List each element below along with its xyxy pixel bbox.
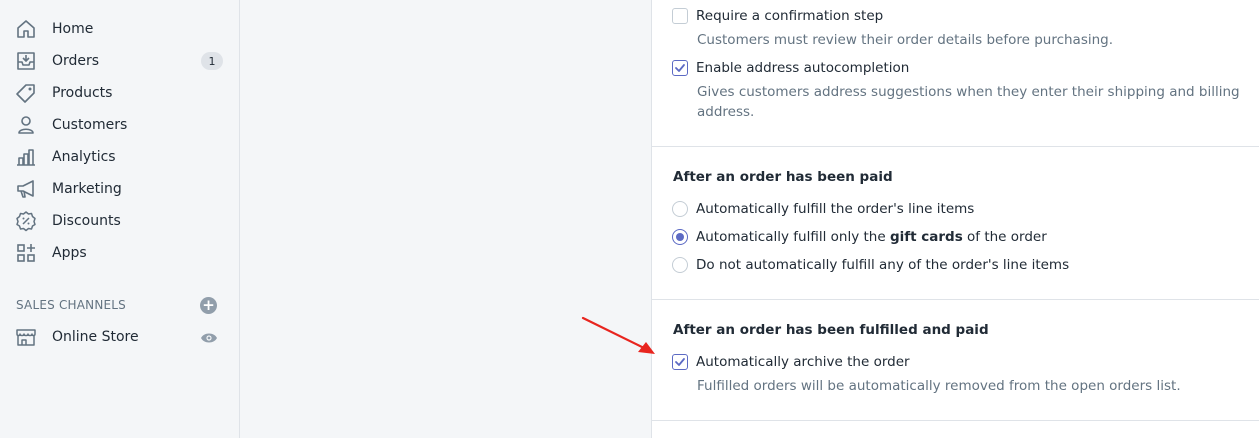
sidebar-item-home[interactable]: Home [0,15,239,43]
sidebar-item-discounts[interactable]: Discounts [0,207,239,235]
sidebar-item-label: Apps [52,245,87,261]
discount-icon [15,210,37,232]
sidebar-item-products[interactable]: Products [0,79,239,107]
after-paid-heading: After an order has been paid [673,169,893,185]
checkout-settings-card: Require a confirmation step Customers mu… [651,0,1259,438]
section-divider [652,299,1259,300]
apps-icon [15,242,37,264]
sidebar-item-label: Home [52,21,94,37]
sidebar-item-label: Orders [52,53,100,69]
address-autocomplete-label: Enable address autocompletion [696,60,910,76]
auto-archive-option[interactable]: Automatically archive the order [672,352,910,372]
checkmark-icon [675,64,685,72]
orders-count-badge: 1 [201,52,223,70]
require-confirmation-label: Require a confirmation step [696,8,884,24]
orders-icon [15,50,37,72]
section-divider [652,420,1259,421]
require-confirmation-option[interactable]: Require a confirmation step [672,6,883,26]
sidebar-item-label: Products [52,85,113,101]
no-auto-fulfill-option[interactable]: Do not automatically fulfill any of the … [672,255,1069,275]
radio-selected-dot [676,233,684,241]
sidebar-item-label: Discounts [52,213,121,229]
require-confirmation-help: Customers must review their order detail… [697,32,1114,48]
after-fulfilled-heading: After an order has been fulfilled and pa… [673,322,989,338]
fulfill-line-items-option[interactable]: Automatically fulfill the order's line i… [672,199,974,219]
sidebar-item-label: Analytics [52,149,116,165]
fulfill-gift-cards-label: Automatically fulfill only the gift card… [696,229,1047,245]
sidebar-item-analytics[interactable]: Analytics [0,143,239,171]
fulfill-line-items-label: Automatically fulfill the order's line i… [696,201,975,217]
content-background [240,0,651,438]
megaphone-icon [15,178,37,200]
sales-channels-heading: SALES CHANNELS [16,298,126,312]
sidebar-item-label: Customers [52,117,128,133]
sidebar-item-label: Marketing [52,181,122,197]
auto-archive-help: Fulfilled orders will be automatically r… [697,378,1181,394]
person-icon [15,114,37,136]
auto-archive-label: Automatically archive the order [696,354,910,370]
section-divider [652,146,1259,147]
fulfill-gift-cards-option[interactable]: Automatically fulfill only the gift card… [672,227,1047,247]
address-autocomplete-help-cont: address. [697,104,755,120]
annotation-arrow-icon [581,316,655,354]
fulfill-gift-cards-radio[interactable] [672,229,688,245]
no-auto-fulfill-label: Do not automatically fulfill any of the … [696,257,1070,273]
sidebar-item-customers[interactable]: Customers [0,111,239,139]
address-autocomplete-option[interactable]: Enable address autocompletion [672,58,909,78]
home-icon [15,18,37,40]
fulfill-line-items-radio[interactable] [672,201,688,217]
address-autocomplete-help: Gives customers address suggestions when… [697,84,1240,100]
bar-chart-icon [15,146,37,168]
sidebar: Home Orders 1 Products Customers Analyti… [0,0,240,438]
checkmark-icon [675,358,685,366]
address-autocomplete-checkbox[interactable] [672,60,688,76]
sidebar-item-apps[interactable]: Apps [0,239,239,267]
store-icon [15,326,37,348]
view-store-eye-icon[interactable] [200,330,218,344]
require-confirmation-checkbox[interactable] [672,8,688,24]
sidebar-item-label: Online Store [52,329,139,345]
add-sales-channel-button[interactable]: + [200,297,217,314]
sidebar-item-orders[interactable]: Orders 1 [0,47,239,75]
auto-archive-checkbox[interactable] [672,354,688,370]
sidebar-item-marketing[interactable]: Marketing [0,175,239,203]
tag-icon [15,82,37,104]
plus-icon: + [202,295,215,314]
no-auto-fulfill-radio[interactable] [672,257,688,273]
